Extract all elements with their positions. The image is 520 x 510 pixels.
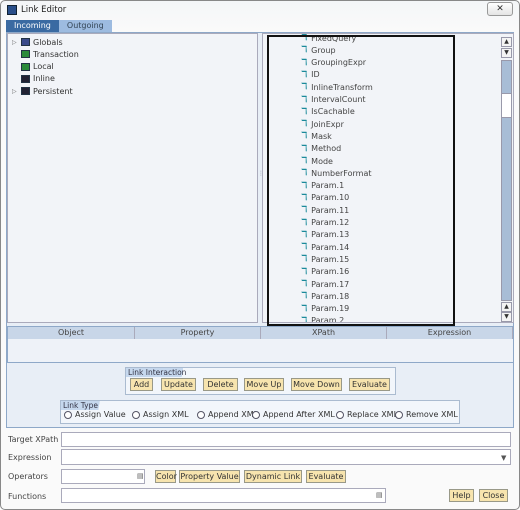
dynamic-link-button[interactable]: Dynamic Link xyxy=(244,470,302,483)
tree-item[interactable]: ▷ Globals xyxy=(12,36,63,48)
link-type-radio[interactable]: Assign XML xyxy=(132,410,189,419)
radio-circle[interactable] xyxy=(132,410,140,419)
radio-circle[interactable] xyxy=(252,410,260,419)
help-button[interactable]: Help xyxy=(449,489,474,502)
target-xpath-input[interactable] xyxy=(61,432,511,447)
tree-item-label: Globals xyxy=(33,37,63,47)
functions-select[interactable] xyxy=(61,488,386,503)
tree-item[interactable]: Inline xyxy=(12,73,55,85)
column-object[interactable]: Object xyxy=(8,327,135,339)
close-window-button[interactable]: ✕ xyxy=(487,2,513,16)
link-type-radio[interactable]: Remove XML xyxy=(395,410,458,419)
tab-incoming[interactable]: Incoming xyxy=(6,20,59,32)
expand-icon[interactable]: ▷ xyxy=(12,88,18,95)
tree-item-label: Inline xyxy=(33,74,55,84)
move-up-button[interactable]: Move Up xyxy=(244,378,284,391)
operators-list-icon[interactable]: ▤ xyxy=(137,472,144,480)
tab-bar: Incoming Outgoing xyxy=(6,20,112,32)
link-type-radio[interactable]: Replace XML xyxy=(336,410,398,419)
expression-dropdown-icon[interactable]: ▼ xyxy=(501,454,506,462)
tree-item-label: Transaction xyxy=(33,49,79,59)
window-title: Link Editor xyxy=(21,5,67,15)
add-button[interactable]: Add xyxy=(130,378,153,391)
scroll-up-button-bottom[interactable]: ▲ xyxy=(501,302,512,312)
radio-label: Assign Value xyxy=(75,410,126,419)
radio-label: Append After XML xyxy=(263,410,335,419)
update-button[interactable]: Update xyxy=(161,378,196,391)
tree-item-label: Persistent xyxy=(33,86,73,96)
link-type-radio[interactable]: Assign Value xyxy=(64,410,126,419)
radio-circle[interactable] xyxy=(336,410,344,419)
folder-icon xyxy=(21,38,30,46)
functions-list-icon[interactable]: ▤ xyxy=(376,491,383,499)
close-button[interactable]: Close xyxy=(479,489,508,502)
evaluate-button[interactable]: Evaluate xyxy=(306,470,346,483)
functions-label: Functions xyxy=(8,492,47,501)
tree-item[interactable]: Transaction xyxy=(12,48,79,60)
operators-label: Operators xyxy=(8,472,48,481)
move-down-button[interactable]: Move Down xyxy=(291,378,342,391)
radio-circle[interactable] xyxy=(64,410,72,419)
highlight-box xyxy=(267,35,455,326)
target-xpath-label: Target XPath xyxy=(8,435,59,444)
object-tree[interactable]: ▷ Globals Transaction Local Inline ▷ Persisten… xyxy=(7,33,258,323)
scroll-up-button[interactable]: ▲ xyxy=(501,37,512,47)
link-type-radio[interactable]: Append After XML xyxy=(252,410,335,419)
inline-icon xyxy=(21,74,30,83)
persistent-icon xyxy=(21,87,30,96)
column-xpath[interactable]: XPath xyxy=(261,327,387,339)
property-value-button[interactable]: Property Value xyxy=(179,470,240,483)
app-icon xyxy=(7,5,17,15)
column-expression[interactable]: Expression xyxy=(387,327,513,339)
scroll-down-button[interactable]: ▼ xyxy=(501,48,512,58)
scroll-down-button-bottom[interactable]: ▼ xyxy=(501,312,512,322)
tab-outgoing[interactable]: Outgoing xyxy=(58,20,112,32)
links-table[interactable]: Object Property XPath Expression xyxy=(7,326,514,363)
radio-circle[interactable] xyxy=(197,410,205,419)
radio-label: Remove XML xyxy=(406,410,458,419)
title-bar: Link Editor xyxy=(7,5,66,15)
scrollbar-thumb[interactable] xyxy=(501,93,512,118)
radio-label: Append XML xyxy=(208,410,259,419)
column-property[interactable]: Property xyxy=(135,327,261,339)
tree-item[interactable]: Local xyxy=(12,61,54,73)
expand-icon[interactable]: ▷ xyxy=(12,39,18,46)
radio-circle[interactable] xyxy=(395,410,403,419)
expression-label: Expression xyxy=(8,453,52,462)
tree-item-label: Local xyxy=(33,62,54,72)
expression-input[interactable] xyxy=(61,449,511,465)
link-interaction-label: Link Interaction xyxy=(126,368,197,377)
folder-icon xyxy=(21,50,30,59)
link-type-radio[interactable]: Append XML xyxy=(197,410,258,419)
folder-icon xyxy=(21,62,30,71)
link-type-label: Link Type xyxy=(61,401,108,410)
operators-select[interactable] xyxy=(61,469,145,484)
color-button[interactable]: Color xyxy=(155,470,177,483)
radio-label: Replace XML xyxy=(347,410,399,419)
evaluate-link-button[interactable]: Evaluate xyxy=(349,378,390,391)
delete-button[interactable]: Delete xyxy=(203,378,238,391)
radio-label: Assign XML xyxy=(143,410,189,419)
tree-item[interactable]: ▷ Persistent xyxy=(12,85,73,97)
